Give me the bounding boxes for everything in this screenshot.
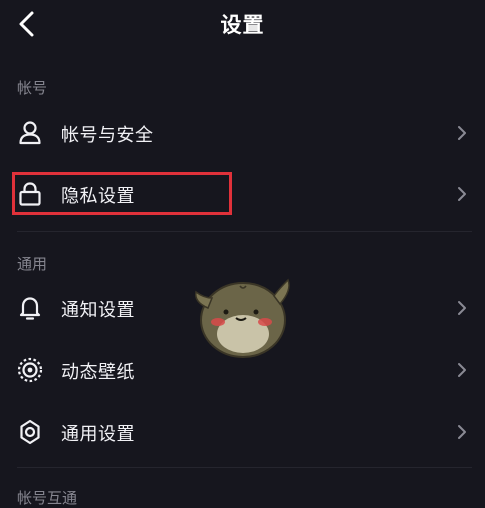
section-divider [17,231,472,232]
settings-row-account-security[interactable]: 帐号与安全 [0,108,485,158]
row-label: 动态壁纸 [61,362,135,383]
live-wallpaper-icon [17,357,43,383]
chevron-right-icon [458,425,466,439]
section-title-account: 帐号 [17,79,48,97]
gear-icon [20,419,40,445]
privacy-highlight-box [12,172,232,215]
section-title-general: 通用 [17,255,48,273]
user-icon [19,121,41,145]
chevron-right-icon [458,126,466,140]
chevron-right-icon [458,187,466,201]
page-title: 设置 [220,13,265,37]
section-divider [17,467,472,468]
header-bar: 设置 [0,0,485,50]
row-label: 通知设置 [61,300,135,321]
bell-icon [19,297,41,320]
row-label: 通用设置 [61,424,135,445]
section-title-account-linking: 帐号互通 [17,489,78,507]
mascot-sticker [195,278,290,358]
chevron-right-icon [458,363,466,377]
settings-row-general[interactable]: 通用设置 [0,407,485,457]
chevron-right-icon [458,301,466,315]
row-label: 帐号与安全 [61,125,154,146]
